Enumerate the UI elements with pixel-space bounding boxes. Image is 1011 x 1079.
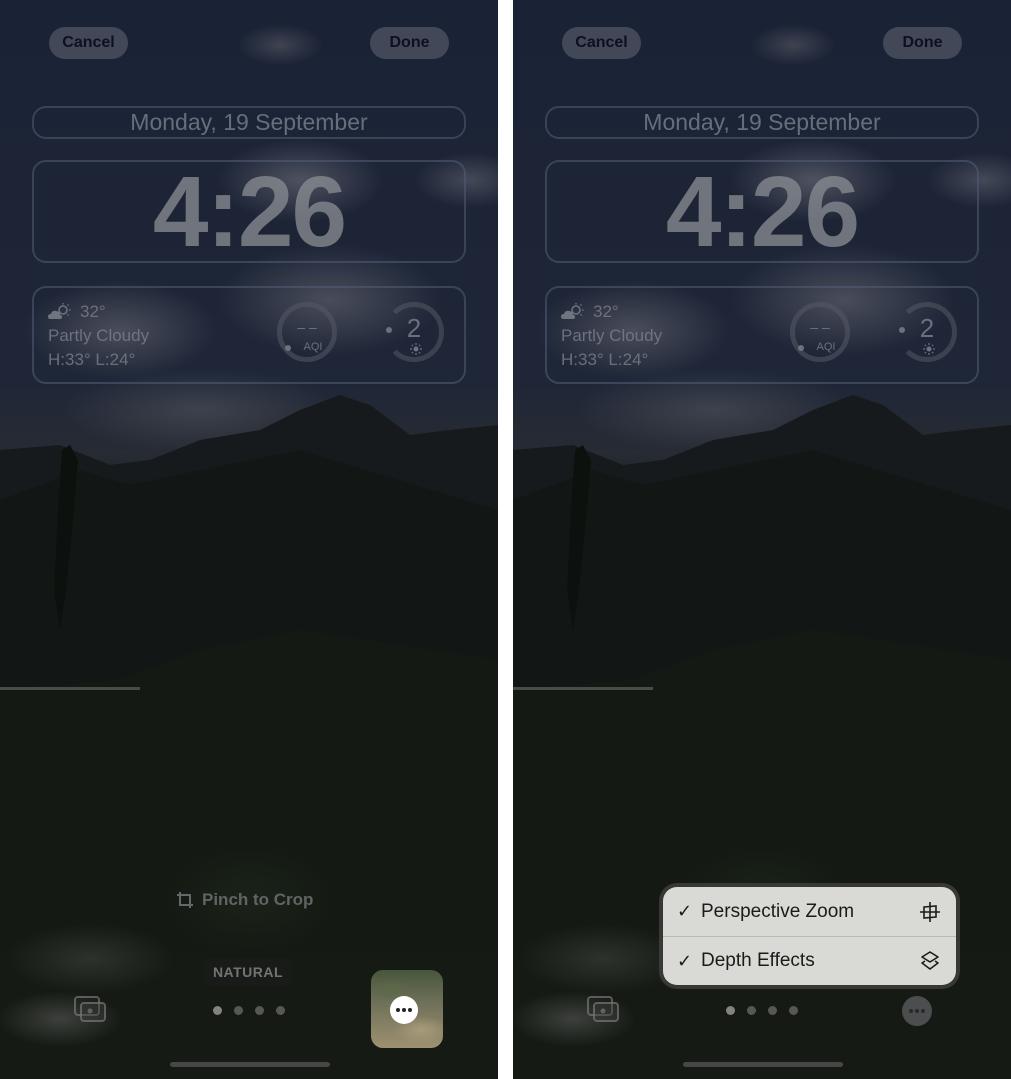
weather-widget[interactable]: 32° Partly Cloudy H:33° L:24°: [561, 300, 662, 372]
aqi-value: – –: [297, 319, 317, 335]
high-low: H:33° L:24°: [561, 350, 649, 369]
page-dot[interactable]: [768, 1006, 777, 1015]
wallpaper-options-menu: ✓ Perspective Zoom ✓ Depth Effects: [663, 887, 956, 985]
layers-icon: [918, 949, 942, 973]
pinch-to-crop-hint: Pinch to Crop: [176, 890, 313, 910]
uv-value: 2: [919, 313, 935, 343]
menu-item-label: Perspective Zoom: [701, 900, 855, 922]
done-button[interactable]: Done: [883, 27, 962, 59]
aqi-widget[interactable]: – – AQI: [790, 302, 850, 362]
clock-widget[interactable]: 4:26: [32, 160, 466, 263]
crop-icon: [177, 892, 193, 908]
uv-index-widget[interactable]: 2: [897, 302, 957, 362]
uv-indicator-dot: [386, 327, 392, 333]
photo-stack-icon[interactable]: [72, 995, 108, 1025]
ellipsis-icon: [909, 1009, 913, 1013]
uv-indicator-dot: [899, 327, 905, 333]
aqi-indicator-dot: [798, 345, 804, 351]
filter-style-label[interactable]: NATURAL: [204, 958, 292, 986]
sun-icon: [923, 343, 935, 355]
time-text: 4:26: [152, 155, 347, 268]
sun-icon: [410, 343, 422, 355]
home-indicator[interactable]: [683, 1062, 843, 1067]
ellipsis-icon: [396, 1008, 400, 1012]
uv-value: 2: [406, 313, 422, 343]
widgets-area[interactable]: 32° Partly Cloudy H:33° L:24° – – AQI 2: [545, 286, 979, 384]
more-options-button[interactable]: [902, 996, 932, 1026]
page-dot[interactable]: [747, 1006, 756, 1015]
aqi-indicator-dot: [285, 345, 291, 351]
page-dot[interactable]: [276, 1006, 285, 1015]
weather-condition: Partly Cloudy: [561, 326, 663, 345]
page-dot[interactable]: [234, 1006, 243, 1015]
high-low: H:33° L:24°: [48, 350, 136, 369]
cancel-button[interactable]: Cancel: [562, 27, 641, 59]
photo-stack-icon[interactable]: [585, 995, 621, 1025]
more-options-button[interactable]: [390, 996, 418, 1024]
partly-cloudy-sun-icon: [561, 303, 584, 319]
checkmark-icon: ✓: [677, 950, 693, 971]
pinch-to-crop-text: Pinch to Crop: [202, 890, 314, 909]
time-text: 4:26: [665, 155, 860, 268]
page-dot[interactable]: [213, 1006, 222, 1015]
partly-cloudy-sun-icon: [48, 303, 71, 319]
aqi-label: AQI: [303, 341, 323, 353]
temperature: 32°: [593, 302, 619, 321]
temperature: 32°: [80, 302, 106, 321]
menu-item-depth-effects[interactable]: ✓ Depth Effects: [663, 936, 956, 985]
aqi-widget[interactable]: – – AQI: [277, 302, 337, 362]
uv-index-widget[interactable]: 2: [384, 302, 444, 362]
page-indicator[interactable]: [213, 1006, 285, 1015]
date-widget[interactable]: Monday, 19 September: [545, 106, 979, 139]
weather-condition: Partly Cloudy: [48, 326, 150, 345]
home-indicator[interactable]: [170, 1062, 330, 1067]
perspective-zoom-icon: [918, 900, 942, 924]
clock-widget[interactable]: 4:26: [545, 160, 979, 263]
weather-widget[interactable]: 32° Partly Cloudy H:33° L:24°: [48, 300, 149, 372]
date-text: Monday, 19 September: [643, 109, 881, 135]
checkmark-icon: ✓: [677, 901, 693, 921]
aqi-label: AQI: [816, 341, 836, 353]
done-button[interactable]: Done: [370, 27, 449, 59]
wallpaper-options-thumbnail[interactable]: [371, 970, 443, 1048]
lock-screen-editor-left: Cancel Done Monday, 19 September 4:26 32…: [0, 0, 498, 1079]
page-dot[interactable]: [255, 1006, 264, 1015]
lock-screen-editor-right: Cancel Done Monday, 19 September 4:26 32…: [513, 0, 1011, 1079]
menu-item-perspective-zoom[interactable]: ✓ Perspective Zoom: [663, 887, 956, 936]
menu-item-label: Depth Effects: [701, 950, 815, 971]
page-indicator[interactable]: [726, 1006, 798, 1015]
aqi-value: – –: [810, 319, 830, 335]
page-dot[interactable]: [726, 1006, 735, 1015]
date-widget[interactable]: Monday, 19 September: [32, 106, 466, 139]
date-text: Monday, 19 September: [130, 109, 368, 135]
page-dot[interactable]: [789, 1006, 798, 1015]
widgets-area[interactable]: 32° Partly Cloudy H:33° L:24° – – AQI 2: [32, 286, 466, 384]
cancel-button[interactable]: Cancel: [49, 27, 128, 59]
